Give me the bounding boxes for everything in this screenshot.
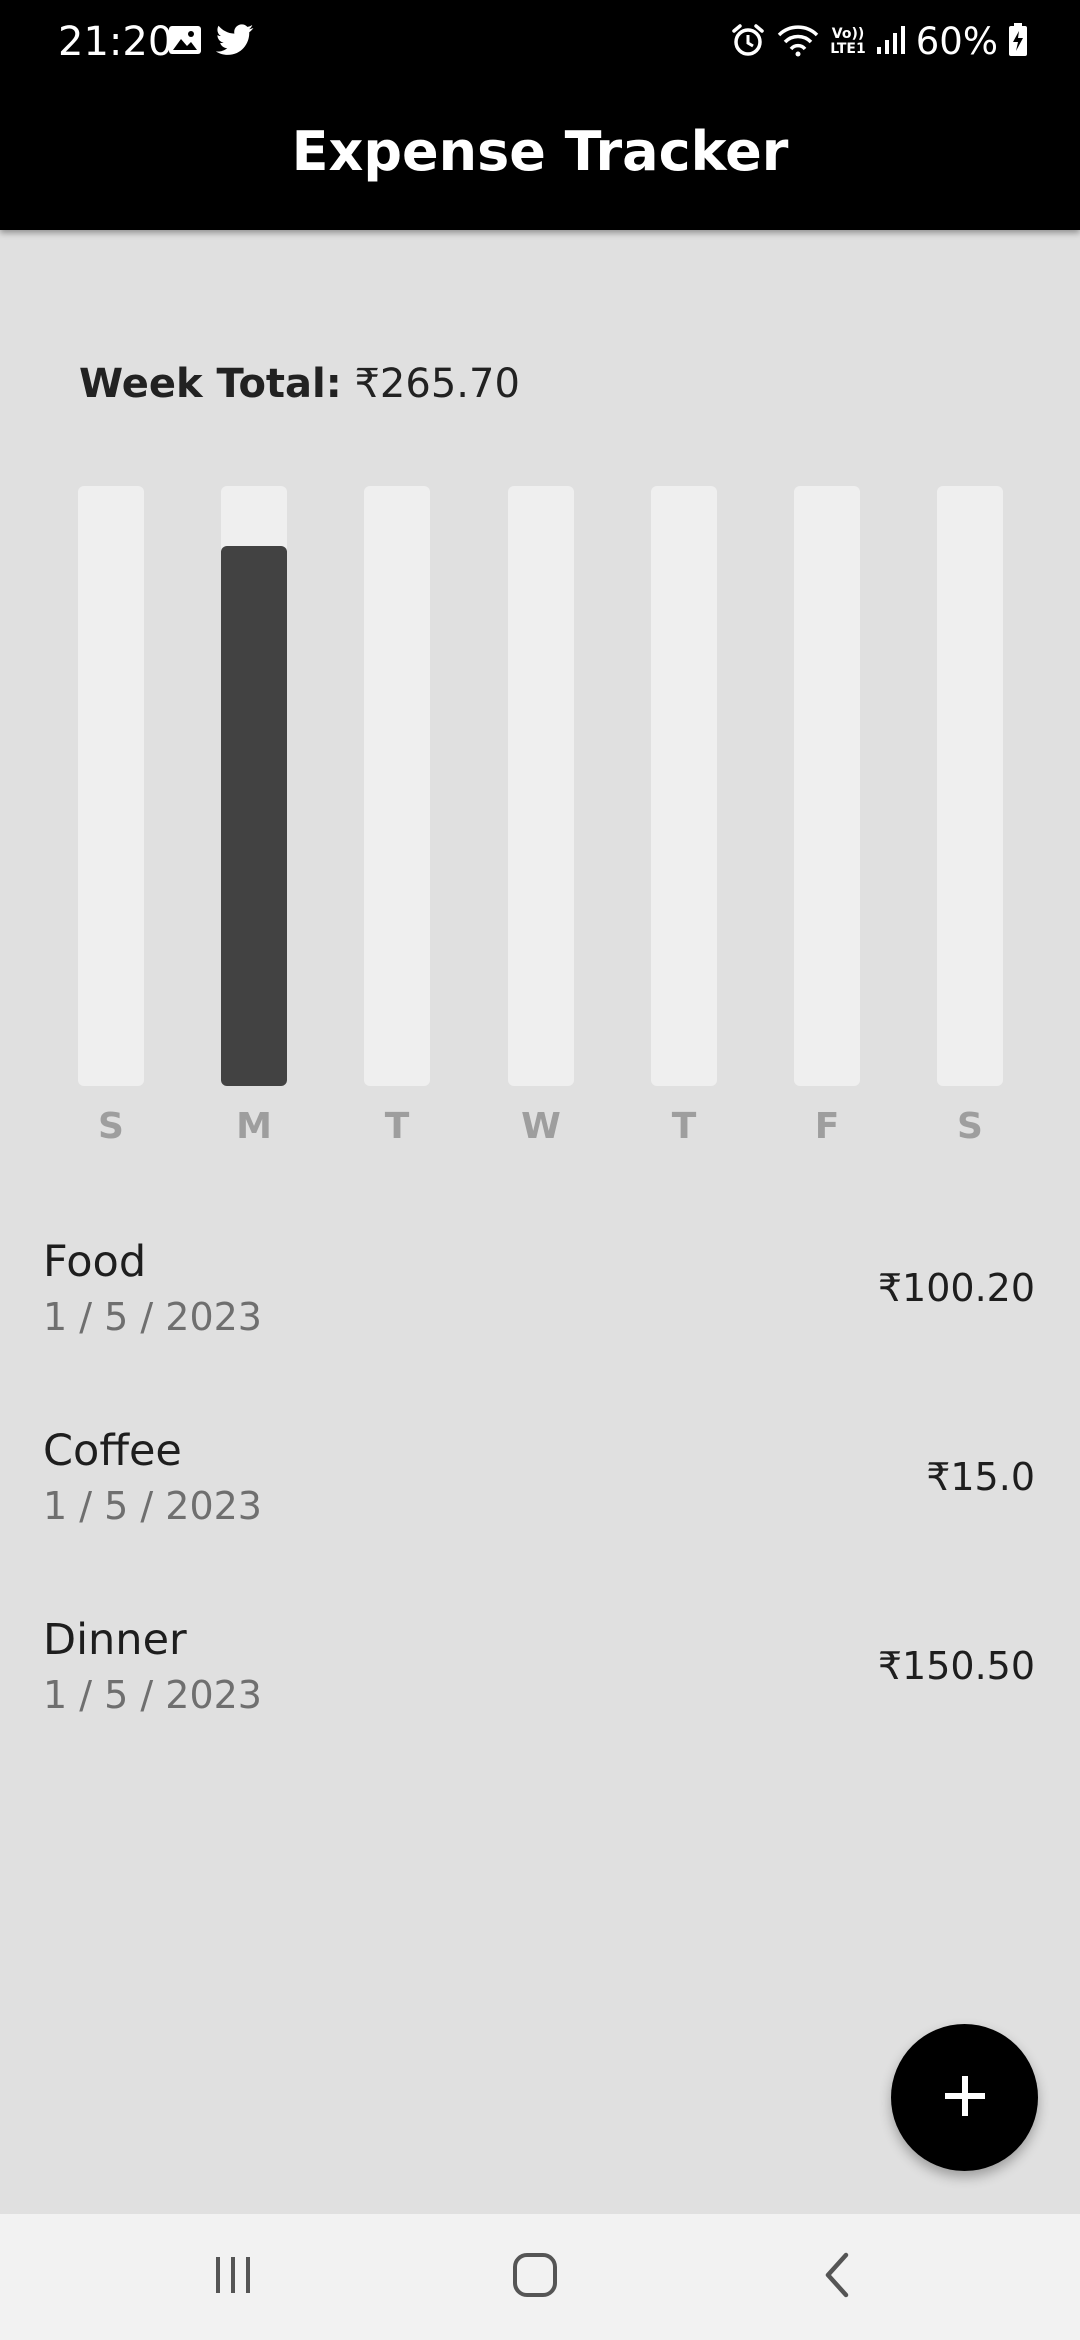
notification-icons [168,22,254,62]
expense-date: 1 / 5 / 2023 [43,1673,262,1717]
expense-title: Food [43,1237,147,1287]
day-label: M [236,1106,272,1147]
network-type-label: Vo)) LTE1 [830,26,866,57]
twitter-icon [215,24,254,60]
alarm-icon [730,22,766,62]
weekly-bar-chart: SMTWTFS [0,486,1080,1166]
status-right: Vo)) LTE1 60% [730,18,1028,66]
day-label: T [671,1106,697,1147]
system-nav-bar [0,2214,1080,2340]
home-button[interactable] [495,2237,575,2317]
chart-bar-0 [78,486,144,1086]
expense-amount: ₹15.0 [926,1455,1035,1499]
expense-item-food[interactable]: Food 1 / 5 / 2023 ₹100.20 [0,1225,1080,1414]
status-time: 21:20 [58,19,174,65]
day-label: T [384,1106,410,1147]
home-icon [511,2251,559,2303]
day-label: F [814,1106,840,1147]
week-total: Week Total: ₹265.70 [79,358,520,410]
bar-track [794,486,860,1086]
recent-apps-button[interactable] [193,2237,273,2317]
expense-list: Food 1 / 5 / 2023 ₹100.20 Coffee 1 / 5 /… [0,1225,1080,1792]
app-bar: 21:20 Vo)) LTE1 60% Expense Tracker [0,0,1080,230]
bar-track [651,486,717,1086]
week-total-value: ₹265.70 [354,361,520,407]
expense-date: 1 / 5 / 2023 [43,1484,262,1528]
week-total-label: Week Total: [79,361,342,407]
chart-bar-3 [508,486,574,1086]
wifi-icon [776,23,820,61]
status-bar: 21:20 Vo)) LTE1 60% [0,0,1080,84]
chart-bar-5 [794,486,860,1086]
expense-amount: ₹100.20 [877,1266,1035,1310]
chart-bar-1 [221,486,287,1086]
day-label: S [98,1106,124,1147]
expense-date: 1 / 5 / 2023 [43,1295,262,1339]
battery-percent: 60% [915,20,998,63]
plus-icon [943,2074,987,2122]
chart-bar-2 [364,486,430,1086]
battery-charging-icon [1008,23,1028,61]
bar-track [508,486,574,1086]
expense-item-coffee[interactable]: Coffee 1 / 5 / 2023 ₹15.0 [0,1414,1080,1603]
recent-apps-icon [211,2255,255,2299]
back-button[interactable] [798,2237,878,2317]
add-expense-button[interactable] [891,2024,1038,2171]
expense-title: Coffee [43,1426,182,1476]
signal-icon [876,25,906,59]
expense-title: Dinner [43,1615,187,1665]
bar-fill [221,546,287,1086]
back-icon [818,2251,858,2303]
bar-track [78,486,144,1086]
chart-bar-4 [651,486,717,1086]
expense-item-dinner[interactable]: Dinner 1 / 5 / 2023 ₹150.50 [0,1603,1080,1792]
image-icon [168,25,202,59]
bar-track [364,486,430,1086]
chart-bar-6 [937,486,1003,1086]
bar-track [937,486,1003,1086]
day-label: W [521,1106,561,1147]
day-label: S [957,1106,983,1147]
app-title: Expense Tracker [291,120,789,183]
expense-amount: ₹150.50 [877,1644,1035,1688]
